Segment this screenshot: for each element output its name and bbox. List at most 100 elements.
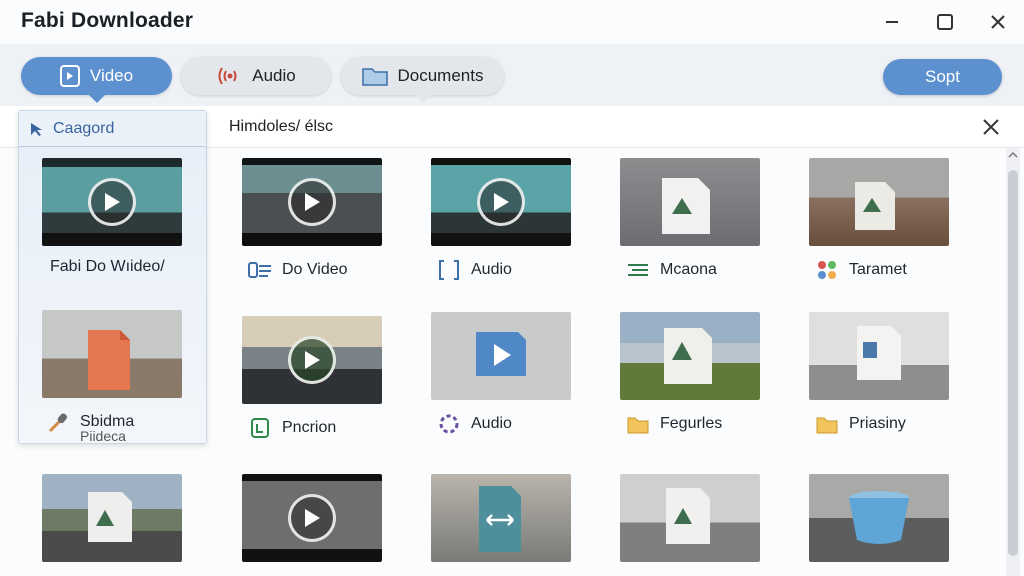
document-thumbnail[interactable] — [620, 158, 760, 246]
document-thumbnail[interactable] — [809, 158, 949, 246]
close-icon — [991, 15, 1005, 29]
item-label: Audio — [471, 415, 512, 432]
grid-item[interactable]: Mcaona — [620, 158, 790, 288]
sort-button[interactable]: Sopt — [883, 59, 1002, 95]
item-sublabel: Piideca — [80, 428, 126, 444]
video-thumbnail[interactable] — [431, 312, 571, 400]
folder-icon — [361, 68, 388, 86]
pointer-icon — [31, 122, 42, 136]
minimize-icon — [886, 21, 898, 23]
item-label: Priasiny — [849, 415, 906, 432]
document-icon — [664, 328, 712, 384]
item-label-row: Pncrion — [248, 416, 336, 440]
play-icon[interactable] — [288, 178, 336, 226]
item-label-row: Mcaona — [626, 258, 717, 282]
item-label: Taramet — [849, 261, 907, 278]
scroll-up-icon[interactable] — [1006, 148, 1020, 162]
close-button[interactable] — [986, 10, 1010, 34]
scroll-thumb[interactable] — [1008, 170, 1018, 556]
document-thumbnail[interactable] — [431, 474, 571, 562]
document-green-icon — [248, 416, 272, 440]
document-icon — [662, 178, 710, 234]
item-label: Fegurles — [660, 415, 723, 432]
maximize-icon — [937, 14, 953, 30]
document-thumbnail[interactable] — [809, 312, 949, 400]
document-thumbnail[interactable] — [620, 312, 760, 400]
grid-item[interactable]: Pncrion — [242, 316, 412, 446]
maximize-button[interactable] — [933, 10, 957, 34]
grid-item[interactable]: Audio — [431, 312, 601, 442]
item-label-row: Fegurles — [626, 412, 722, 436]
item-label: Audio — [471, 261, 512, 278]
document-thumbnail[interactable] — [620, 474, 760, 562]
microphone-icon — [46, 410, 70, 434]
path-close-icon[interactable] — [980, 116, 1002, 138]
play-icon[interactable] — [88, 178, 136, 226]
image-thumbnail[interactable] — [809, 474, 949, 562]
tab-video[interactable]: Video — [21, 57, 172, 103]
document-icon — [666, 488, 710, 544]
title-bar: Fabi Downloader — [0, 0, 1024, 44]
item-label-row: Audio — [437, 412, 512, 436]
list-icon — [626, 258, 650, 282]
video-file-icon — [59, 65, 80, 87]
tab-caret — [88, 95, 105, 103]
tab-bar: Video Audio Documents Sopt — [0, 44, 1024, 106]
tab-documents[interactable]: Documents — [341, 57, 504, 103]
tab-documents-label: Documents — [397, 66, 484, 85]
item-label: Mcaona — [660, 261, 717, 278]
grid-item[interactable] — [620, 474, 790, 574]
document-icon — [88, 330, 130, 390]
minimize-button[interactable] — [880, 10, 904, 34]
grid-item[interactable] — [809, 474, 979, 574]
grid-item[interactable]: Audio — [431, 158, 601, 288]
audio-ring-icon — [437, 412, 461, 436]
play-icon[interactable] — [288, 336, 336, 384]
vertical-scrollbar[interactable] — [1006, 148, 1020, 576]
grid-item[interactable]: Priasiny — [809, 312, 979, 442]
path-breadcrumb[interactable]: Himdoles/ élsc — [229, 118, 333, 136]
item-label: Pncrion — [282, 419, 337, 436]
audio-bracket-icon — [437, 258, 461, 282]
audio-wave-icon — [218, 67, 237, 85]
video-thumbnail[interactable] — [42, 158, 182, 246]
tab-video-label: Video — [89, 66, 134, 85]
play-icon[interactable] — [288, 494, 336, 542]
folder-icon — [815, 412, 839, 436]
grid-item[interactable]: Taramet — [809, 158, 979, 288]
folder-icon — [626, 412, 650, 436]
tab-audio-label: Audio — [252, 66, 296, 85]
grid-item[interactable]: Fegurles — [620, 312, 790, 442]
item-label-row: Do Video — [248, 258, 348, 282]
video-thumbnail[interactable] — [242, 316, 382, 404]
document-icon — [88, 492, 132, 542]
video-thumbnail[interactable] — [242, 474, 382, 562]
item-label-row: Audio — [437, 258, 512, 282]
item-label-row: Priasiny — [815, 412, 906, 436]
item-label: Fabi Do Wıideo/ — [50, 258, 165, 275]
grid-item[interactable] — [431, 474, 601, 574]
puzzle-icon — [815, 258, 839, 282]
document-thumbnail[interactable] — [42, 310, 182, 398]
video-file-icon — [476, 332, 526, 376]
grid-item[interactable]: Do Video — [242, 158, 412, 288]
swap-file-icon — [479, 486, 521, 552]
tab-audio[interactable]: Audio — [181, 57, 331, 95]
category-header[interactable]: Caagord — [19, 111, 206, 147]
grid-item[interactable]: Sbidma — [42, 310, 212, 440]
document-thumbnail[interactable] — [42, 474, 182, 562]
grid-item[interactable] — [242, 474, 412, 574]
video-thumbnail[interactable] — [242, 158, 382, 246]
app-title: Fabi Downloader — [21, 9, 194, 32]
item-label-row: Taramet — [815, 258, 907, 282]
tab-caret — [414, 95, 431, 103]
play-icon[interactable] — [477, 178, 525, 226]
bucket-icon — [849, 491, 909, 544]
grid-item[interactable] — [42, 474, 212, 574]
document-icon — [855, 182, 895, 230]
video-list-icon — [248, 258, 272, 282]
item-label: Do Video — [282, 261, 348, 278]
category-title: Caagord — [53, 119, 115, 137]
video-thumbnail[interactable] — [431, 158, 571, 246]
grid-item[interactable]: Fabi Do Wıideo/ — [42, 158, 212, 288]
